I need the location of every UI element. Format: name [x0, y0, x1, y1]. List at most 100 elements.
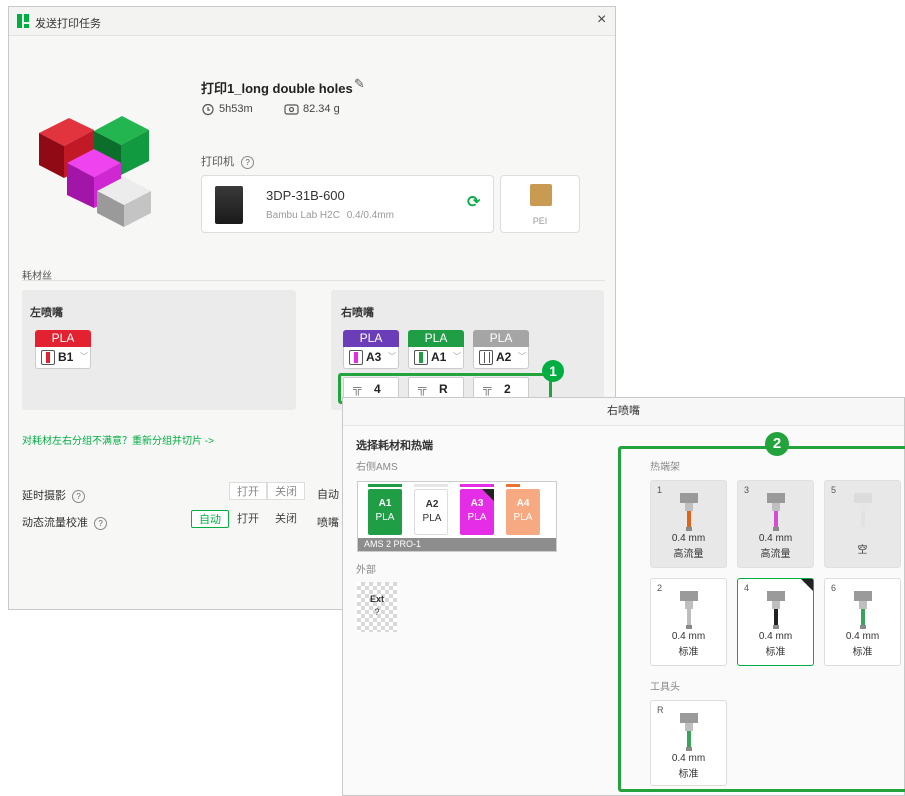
nozzle-option-label: 喷嘴	[317, 517, 339, 529]
slot-name: A2	[425, 499, 439, 510]
filament-slot-selector[interactable]: B1 ﹀	[35, 347, 91, 369]
hotend-card-4[interactable]: 4 0.4 mm 标准	[737, 578, 814, 666]
clock-icon	[202, 103, 214, 116]
hotend-type: 标准	[765, 647, 786, 658]
hotend-type: 标准	[678, 769, 699, 780]
hotend-size: 0.4 mm	[845, 631, 880, 642]
slot-type: PLA	[513, 512, 533, 523]
ams-slot-a3[interactable]: A3 PLA	[460, 489, 494, 535]
app-logo-icon	[17, 14, 29, 28]
external-label: 外部	[356, 565, 376, 576]
left-nozzle-panel: 左喷嘴 PLA B1 ﹀	[22, 290, 296, 410]
filament-slot-selector[interactable]: A3 ﹀	[343, 347, 399, 369]
model-thumbnail	[39, 116, 151, 227]
right-nozzle-panel: 右喷嘴 PLA A3 ﹀ PLA A1 ﹀ PLA A2 ﹀ ╦ 4 ╦ R ╦…	[331, 290, 604, 410]
hotend-icon	[767, 493, 785, 531]
ams-slot-a2[interactable]: A2 PLA	[414, 489, 448, 535]
hotend-card-3[interactable]: 3 0.4 mm 高流量	[737, 480, 814, 568]
close-icon[interactable]: ×	[597, 11, 606, 29]
printer-image	[215, 186, 243, 224]
slot-name: A4	[516, 498, 530, 509]
filament-slot-selector[interactable]: A2 ﹀	[473, 347, 529, 369]
hotend-slot-number: 3	[744, 485, 750, 495]
slot-type: PLA	[375, 512, 395, 523]
title-bar: 发送打印任务 ×	[9, 7, 615, 36]
ams-name-bar: AMS 2 PRO-1	[358, 538, 556, 551]
timelapse-label: 延时摄影 ?	[22, 487, 86, 503]
hotend-icon	[680, 713, 698, 751]
hotend-slot-number: 5	[831, 485, 837, 495]
hotend-card-5[interactable]: 5 空	[824, 480, 901, 568]
filament-slot-selector[interactable]: A1 ﹀	[408, 347, 464, 369]
ams-slot-a4[interactable]: A4 PLA	[506, 489, 540, 535]
hotend-slot-number: 4	[744, 583, 750, 593]
filament-slot: A1	[431, 350, 447, 364]
print-time: 5h53m	[219, 103, 253, 115]
plate-selector[interactable]: PEI	[500, 175, 580, 233]
help-icon[interactable]: ?	[241, 156, 255, 169]
left-nozzle-title: 左喷嘴	[30, 307, 63, 319]
plate-label: PEI	[532, 216, 548, 226]
filament-weight-icon	[284, 104, 299, 115]
filament-type: PLA	[408, 330, 464, 347]
hotend-type: 高流量	[760, 549, 791, 560]
printer-nozzle: 0.4/0.4mm	[346, 210, 394, 221]
printer-selector[interactable]: 3DP-31B-600 Bambu Lab H2C 0.4/0.4mm ⟳	[201, 175, 494, 233]
timelapse-off-option[interactable]: 关闭	[267, 482, 305, 500]
filament-chip-a3[interactable]: PLA A3 ﹀	[343, 330, 399, 372]
slot-name: A1	[378, 498, 392, 509]
timelapse-on-option[interactable]: 打开	[229, 482, 267, 500]
flow-off-option[interactable]: 关闭	[267, 510, 305, 528]
flow-calibration-label: 动态流量校准 ?	[22, 514, 108, 530]
regroup-slice-link[interactable]: 对耗材左右分组不满意？重新分组并切片 ->	[22, 432, 214, 447]
filament-chip-a2[interactable]: PLA A2 ﹀	[473, 330, 529, 372]
callout-badge-2: 2	[765, 432, 789, 456]
toolhead-card[interactable]: R 0.4 mm 标准	[650, 700, 727, 786]
toolhead-slot: R	[657, 705, 664, 715]
flow-auto-option[interactable]: 自动	[191, 510, 229, 528]
filament-chip-a1[interactable]: PLA A1 ﹀	[408, 330, 464, 372]
hotend-slot-number: 6	[831, 583, 837, 593]
plate-swatch	[530, 184, 552, 206]
refresh-icon[interactable]: ⟳	[467, 192, 480, 212]
filament-slot: A2	[496, 350, 512, 364]
printer-model: Bambu Lab H2C	[266, 210, 340, 221]
flow-on-option[interactable]: 打开	[229, 510, 267, 528]
timelapse-label-text: 延时摄影	[22, 490, 66, 502]
hotend-size: 0.4 mm	[758, 631, 793, 642]
filament-chip-b1[interactable]: PLA B1 ﹀	[35, 330, 91, 372]
ext-value: ?	[374, 607, 380, 617]
spool-icon	[479, 350, 493, 365]
chevron-down-icon: ﹀	[388, 352, 396, 361]
slot-level-bar	[506, 484, 520, 487]
filament-type: PLA	[35, 330, 91, 347]
edit-pencil-icon[interactable]: ✎	[354, 76, 365, 92]
right-nozzle-title: 右喷嘴	[341, 307, 374, 319]
hotend-type: 高流量	[673, 549, 704, 560]
hotend-size: 0.4 mm	[758, 533, 793, 544]
hotend-size: 0.4 mm	[671, 631, 706, 642]
hotend-slot-number: 2	[657, 583, 663, 593]
printer-name: 3DP-31B-600	[266, 188, 345, 203]
external-spool-slot[interactable]: Ext ?	[357, 582, 397, 632]
spool-icon	[414, 350, 428, 365]
job-title: 打印1_long double holes	[201, 81, 353, 96]
help-icon[interactable]: ?	[94, 517, 108, 530]
slot-level-bar	[414, 484, 448, 487]
hotend-card-6[interactable]: 6 0.4 mm 标准	[824, 578, 901, 666]
window-title: 发送打印任务	[35, 18, 101, 30]
ams-slot-a1[interactable]: A1 PLA	[368, 489, 402, 535]
empty-hotend-icon	[854, 493, 872, 527]
right-ams-label: 右侧AMS	[356, 462, 398, 473]
callout-badge-1: 1	[542, 360, 564, 382]
hotend-card-2[interactable]: 2 0.4 mm 标准	[650, 578, 727, 666]
slot-type: PLA	[467, 512, 487, 523]
ams-unit: A1 PLA A2 PLA A3 PLA A4 PLA AMS 2 PRO-1	[357, 481, 557, 552]
hotend-slot-number: 1	[657, 485, 663, 495]
help-icon[interactable]: ?	[72, 490, 86, 503]
hotend-type: 空	[857, 545, 868, 556]
filament-slot: B1	[58, 350, 74, 364]
filament-type: PLA	[343, 330, 399, 347]
chevron-down-icon: ﹀	[453, 352, 461, 361]
hotend-card-1[interactable]: 1 0.4 mm 高流量	[650, 480, 727, 568]
